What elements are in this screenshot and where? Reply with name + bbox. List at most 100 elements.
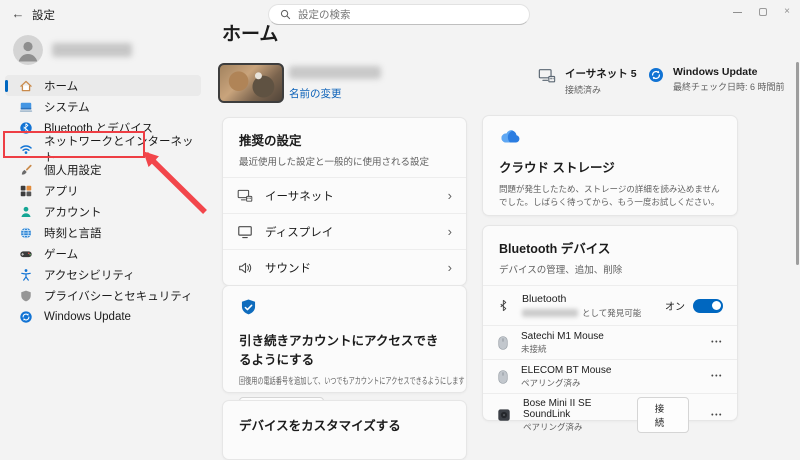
time-language-icon: [18, 225, 33, 240]
discoverable-label: として発見可能: [582, 307, 642, 318]
bluetooth-name: Bluetooth: [522, 292, 567, 305]
ethernet-icon: [538, 67, 556, 96]
sidebar-item-system[interactable]: システム: [5, 96, 201, 117]
windows-update-icon: [648, 67, 664, 93]
card-title: 推奨の設定: [239, 134, 302, 148]
customize-device-card: デバイスをカスタマイズする: [222, 400, 467, 460]
device-name: Satechi M1 Mouse: [521, 330, 604, 342]
app-title: 設定: [32, 10, 55, 22]
row-label: イーサネット: [265, 190, 334, 203]
chevron-right-icon: ›: [447, 188, 452, 203]
gaming-icon: [18, 246, 33, 261]
connect-button[interactable]: 接続: [636, 397, 690, 433]
accessibility-icon: [18, 267, 33, 282]
sidebar-item-label: 個人用設定: [44, 164, 102, 177]
row-label: サウンド: [265, 262, 311, 275]
card-title: 引き続きアカウントにアクセスできるようにする: [239, 334, 439, 367]
card-subtitle: 最近使用した設定と一般的に使用される設定: [239, 157, 430, 168]
sidebar-item-label: 時刻と言語: [44, 227, 102, 240]
bluetooth-toggle-row: Bluetooth として発見可能 オン: [483, 285, 737, 325]
minimize-icon[interactable]: [733, 11, 743, 13]
system-icon: [18, 99, 33, 114]
rename-link[interactable]: 名前の変更: [289, 86, 342, 101]
sidebar-item-label: アクセシビリティ: [44, 269, 135, 282]
recommended-settings-card: 推奨の設定 最近使用した設定と一般的に使用される設定 イーサネット › ディスプ…: [222, 117, 467, 286]
toggle-state-label: オン: [665, 302, 685, 313]
status-title: Windows Update: [673, 66, 758, 78]
sidebar-item-label: システム: [44, 101, 90, 114]
sidebar-item-gaming[interactable]: ゲーム: [5, 243, 201, 264]
card-subtitle: 回復用の電話番号を追加して、いつでもアカウントにアクセスできるようにします: [239, 376, 465, 386]
device-row-bose[interactable]: Bose Mini II SE SoundLink ペアリング済み 接続 •••: [483, 393, 737, 436]
ethernet-icon: [237, 188, 253, 204]
bluetooth-devices-card: Bluetooth デバイス デバイスの管理、追加、削除 Bluetooth と…: [482, 225, 738, 433]
sidebar-item-accessibility[interactable]: アクセシビリティ: [5, 264, 201, 285]
maximize-icon[interactable]: [759, 8, 768, 16]
windows-update-icon: [18, 309, 33, 324]
status-windows-update[interactable]: Windows Update 最終チェック日時: 6 時間前: [648, 66, 785, 93]
account-access-card: 引き続きアカウントにアクセスできるようにする 回復用の電話番号を追加して、いつで…: [222, 285, 467, 422]
mouse-icon: [497, 335, 509, 351]
chevron-right-icon: ›: [447, 260, 452, 275]
chevron-right-icon: ›: [447, 224, 452, 239]
search-icon: [280, 9, 291, 20]
shield-icon: [18, 288, 33, 303]
device-name: ELECOM BT Mouse: [521, 364, 612, 376]
sidebar-item-privacy-security[interactable]: プライバシーとセキュリティ: [5, 285, 201, 306]
sidebar-item-label: アプリ: [44, 185, 79, 198]
avatar: [13, 35, 43, 65]
sidebar-item-home[interactable]: ホーム: [5, 75, 201, 96]
annotation-highlight-box: [3, 131, 145, 158]
sidebar-item-label: アカウント: [44, 206, 102, 219]
device-status: 未接続: [521, 343, 547, 354]
user-name-blurred: [52, 43, 132, 57]
apps-icon: [18, 183, 33, 198]
card-title: Bluetooth デバイス: [499, 242, 611, 256]
page-title: ホーム: [222, 24, 279, 45]
display-icon: [237, 224, 253, 240]
mouse-icon: [497, 369, 509, 385]
bluetooth-icon: [497, 298, 510, 313]
more-icon[interactable]: •••: [711, 373, 723, 380]
search-box[interactable]: [268, 4, 530, 25]
more-icon[interactable]: •••: [711, 412, 723, 419]
sidebar-item-time-language[interactable]: 時刻と言語: [5, 222, 201, 243]
sidebar-item-label: ホーム: [44, 80, 79, 93]
recommended-row-display[interactable]: ディスプレイ ›: [223, 213, 466, 249]
home-icon: [18, 78, 33, 93]
accounts-icon: [18, 204, 33, 219]
user-profile[interactable]: [13, 35, 132, 65]
sound-icon: [237, 260, 253, 276]
status-ethernet[interactable]: イーサネット 5 接続済み: [538, 66, 637, 96]
cloud-storage-card: クラウド ストレージ 問題が発生したため、ストレージの詳細を読み込めませんでした…: [482, 115, 738, 216]
personalization-icon: [18, 162, 33, 177]
bluetooth-toggle[interactable]: [693, 298, 723, 313]
search-input[interactable]: [298, 8, 518, 21]
device-thumbnail: [218, 63, 284, 103]
device-name-blurred: [289, 66, 381, 79]
device-row-satechi[interactable]: Satechi M1 Mouse 未接続 •••: [483, 325, 737, 359]
speaker-icon: [497, 408, 511, 422]
sidebar-item-windows-update[interactable]: Windows Update: [5, 306, 201, 327]
card-subtitle: デバイスの管理、追加、削除: [499, 265, 623, 276]
device-status: ペアリング済み: [521, 377, 581, 388]
device-row-elecom[interactable]: ELECOM BT Mouse ペアリング済み •••: [483, 359, 737, 393]
scrollbar[interactable]: [796, 62, 799, 265]
device-name-blurred: [522, 308, 578, 317]
recommended-row-ethernet[interactable]: イーサネット ›: [223, 177, 466, 213]
sidebar-item-label: ゲーム: [44, 248, 79, 261]
back-icon[interactable]: ←: [8, 3, 28, 23]
status-title: イーサネット 5: [565, 68, 637, 80]
device-status: ペアリング済み: [523, 421, 583, 432]
status-subtitle: 接続済み: [565, 85, 602, 95]
cloud-icon: [499, 128, 523, 145]
sidebar-item-label: プライバシーとセキュリティ: [44, 290, 193, 303]
status-subtitle: 最終チェック日時: 6 時間前: [673, 82, 785, 92]
card-title: クラウド ストレージ: [499, 161, 615, 175]
device-name: Bose Mini II SE SoundLink: [523, 397, 592, 420]
more-icon[interactable]: •••: [711, 339, 723, 346]
close-icon[interactable]: ×: [784, 7, 790, 17]
recommended-row-sound[interactable]: サウンド ›: [223, 249, 466, 285]
cloud-error-message: 問題が発生したため、ストレージの詳細を読み込めませんでした。しばらく待ってから、…: [499, 184, 720, 207]
shield-check-icon: [239, 298, 258, 317]
